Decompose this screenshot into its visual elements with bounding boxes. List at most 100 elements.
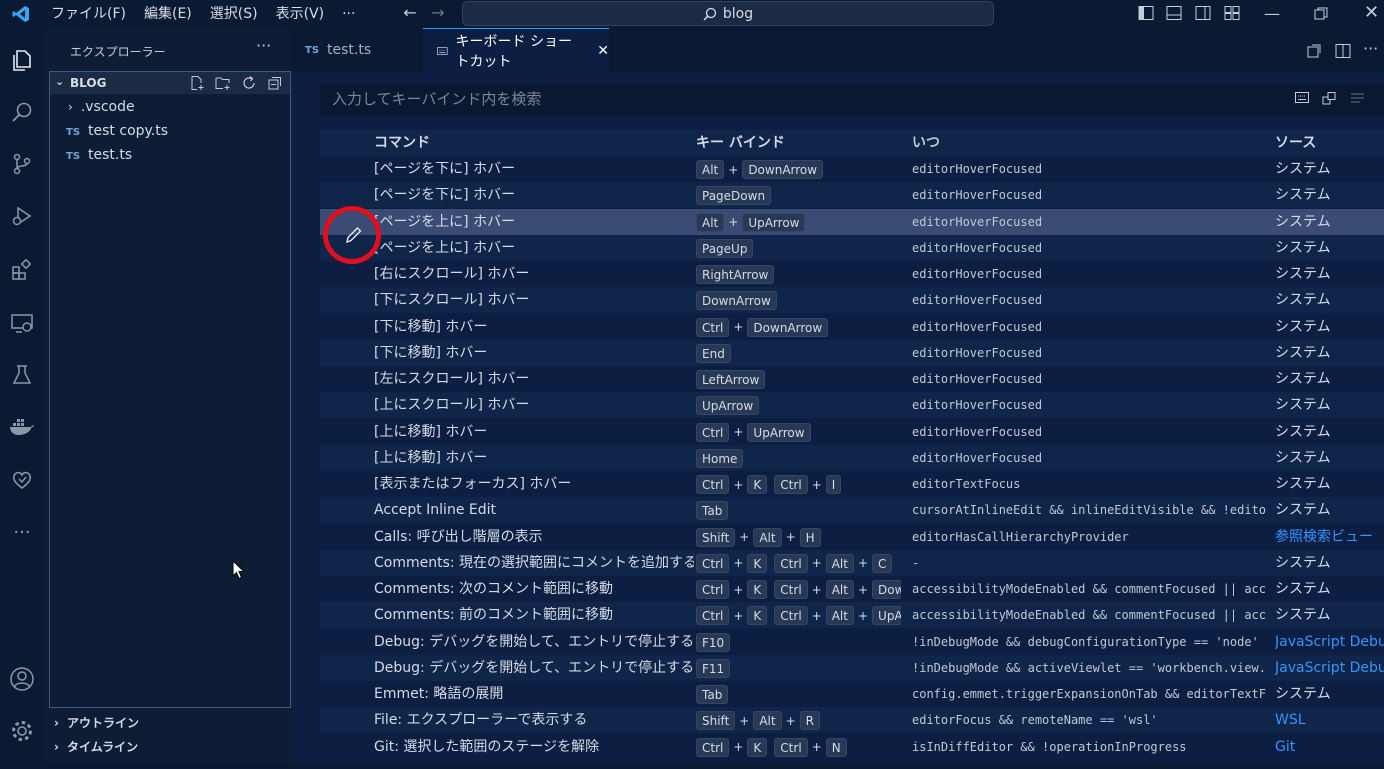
new-file-icon[interactable] xyxy=(189,75,205,91)
sort-by-precedence-icon[interactable] xyxy=(1322,91,1337,106)
table-row[interactable]: [ページを下に] ホバー Alt + DownArrow editorHoverFocu… xyxy=(320,156,1384,182)
table-row[interactable]: [ページを上に] ホバー PageUp editorHoverFocused システム xyxy=(320,234,1384,261)
table-row[interactable]: [下に移動] ホバー End editorHoverFocused システム xyxy=(320,339,1384,366)
docker-icon[interactable] xyxy=(6,411,38,443)
testing-icon[interactable] xyxy=(6,359,38,391)
command-cell: Calls: 呼び出し階層の表示 xyxy=(374,528,543,545)
table-row[interactable]: [ページを上に] ホバー Alt + UpArrow editorHoverFocuse… xyxy=(320,208,1384,235)
explorer-sidebar: エクスプローラー ··· ⌄ BLOG › .vscode TS test copy… xyxy=(44,28,291,763)
forward-arrow-icon[interactable]: → xyxy=(424,3,452,22)
toggle-secondary-sidebar-icon[interactable] xyxy=(1195,5,1211,21)
table-row[interactable]: [右にスクロール] ホバー RightArrow editorHoverFocuse… xyxy=(320,261,1384,287)
timeline-section[interactable]: › タイムライン xyxy=(54,738,138,755)
menu-more[interactable]: ··· xyxy=(333,0,364,28)
source-control-icon[interactable] xyxy=(6,148,38,180)
table-row[interactable]: [上にスクロール] ホバー UpArrow editorHoverFocused シス… xyxy=(320,392,1384,419)
key-label: Alt xyxy=(753,711,782,731)
table-row[interactable]: Accept Inline Edit Tab cursorAtInlineEdit … xyxy=(320,497,1384,524)
close-window-icon[interactable]: ✕ xyxy=(1364,2,1379,23)
clear-search-icon[interactable] xyxy=(1350,92,1365,104)
table-row[interactable]: Debug: デバッグを開始して、エントリで停止する F11 !inDebugMod… xyxy=(320,654,1384,681)
source-cell[interactable]: JavaScript Debugger xyxy=(1275,655,1384,681)
header-source: ソース xyxy=(1275,135,1317,151)
keybinding-cell: Home xyxy=(696,445,901,471)
extensions-icon[interactable] xyxy=(6,254,38,286)
file-tree: ⌄ BLOG › .vscode TS test copy.ts TS test.ts xyxy=(49,71,291,708)
table-row[interactable]: [下に移動] ホバー Ctrl + DownArrow editorHoverFocus… xyxy=(320,314,1384,340)
command-cell: Emmet: 略語の展開 xyxy=(374,686,504,702)
source-cell[interactable]: WSL xyxy=(1275,707,1384,733)
tree-item-label: .vscode xyxy=(80,99,135,115)
key-label: Shift xyxy=(696,527,736,547)
menu-edit[interactable]: 編集(E) xyxy=(135,0,201,28)
minimize-icon[interactable]: — xyxy=(1264,4,1280,23)
keybindings-search-input[interactable]: 入力してキーバインド内を検索 xyxy=(320,83,1384,115)
settings-gear-icon[interactable] xyxy=(6,715,38,747)
toggle-panel-icon[interactable] xyxy=(1166,5,1182,21)
table-row[interactable]: Comments: 現在の選択範囲にコメントを追加する Ctrl + K Ctrl + Al… xyxy=(320,549,1384,576)
split-editor-icon[interactable] xyxy=(1335,43,1351,59)
table-row[interactable]: Git: 選択した範囲のステージを解除 Ctrl + K Ctrl + NisInDiffE… xyxy=(320,734,1384,760)
key-label: Tab xyxy=(696,685,729,704)
edit-keybinding-pencil-icon[interactable] xyxy=(322,205,382,265)
source-cell[interactable]: 参照検索ビュー xyxy=(1275,524,1384,550)
new-folder-icon[interactable] xyxy=(215,75,231,91)
command-cell: [表示またはフォーカス] ホバー xyxy=(374,476,572,492)
restore-icon[interactable] xyxy=(1314,7,1328,21)
toggle-primary-sidebar-icon[interactable] xyxy=(1138,5,1154,21)
tree-folder-vscode[interactable]: › .vscode xyxy=(68,95,135,119)
table-row[interactable]: Comments: 次のコメント範囲に移動Ctrl+KCtrl+Alt+Down… xyxy=(320,576,1384,602)
record-keys-icon[interactable] xyxy=(1295,92,1309,103)
command-cell: [上に移動] ホバー xyxy=(374,449,488,466)
source-cell[interactable]: JavaScript Debugger xyxy=(1275,629,1384,655)
when-cell: isInDiffEditor && !operationInProgress xyxy=(912,739,1187,754)
more-views-icon[interactable]: ··· xyxy=(6,516,38,548)
tree-file-test-copy[interactable]: TS test copy.ts xyxy=(66,119,168,143)
table-row[interactable]: [表示またはフォーカス] ホバー Ctrl + K Ctrl + I editorTextFo… xyxy=(320,471,1384,497)
command-center-search[interactable]: blog xyxy=(462,1,994,26)
table-row[interactable]: [上に移動] ホバー Home editorHoverFocused システム xyxy=(320,444,1384,471)
tab-test-ts[interactable]: TS test.ts xyxy=(291,28,423,72)
keybinding-cell: Ctrl + K Ctrl + I xyxy=(696,471,901,497)
editor-more-actions[interactable]: ··· xyxy=(1363,39,1378,58)
table-row[interactable]: [下にスクロール] ホバー DownArrow editorHoverFocused… xyxy=(320,287,1384,314)
table-row[interactable]: Debug: デバッグを開始して、エントリで停止する F10 !inDebugMod… xyxy=(320,629,1384,655)
when-cell: editorTextFocus xyxy=(912,477,1021,491)
folder-header[interactable]: ⌄ BLOG xyxy=(50,72,290,94)
explorer-more-actions[interactable]: ··· xyxy=(256,36,271,55)
outline-section[interactable]: › アウトライン xyxy=(54,714,139,731)
table-row[interactable]: [ページを下に] ホバー PageDown editorHoverFocused シス… xyxy=(320,182,1384,209)
menu-selection[interactable]: 選択(S) xyxy=(201,0,267,28)
chevron-right-icon: › xyxy=(54,740,59,754)
open-json-icon[interactable] xyxy=(1306,43,1322,59)
table-row[interactable]: [左にスクロール] ホバー LeftArrow editorHoverFocused… xyxy=(320,366,1384,392)
accounts-icon[interactable] xyxy=(6,663,38,695)
search-icon[interactable] xyxy=(6,96,38,128)
run-debug-icon[interactable] xyxy=(6,200,38,232)
source-cell[interactable]: Git xyxy=(1275,734,1384,760)
when-cell: - xyxy=(912,555,920,570)
command-cell: [下に移動] ホバー xyxy=(374,318,488,335)
customize-layout-icon[interactable] xyxy=(1224,5,1240,21)
menu-file[interactable]: ファイル(F) xyxy=(42,0,135,28)
table-row[interactable]: File: エクスプローラーで表示する Shift + Alt + R editorFocu… xyxy=(320,707,1384,734)
menu-view[interactable]: 表示(V) xyxy=(267,0,334,28)
collapse-all-icon[interactable] xyxy=(267,75,283,91)
live-share-icon[interactable] xyxy=(6,464,38,496)
key-label: UpArrow xyxy=(747,422,811,442)
remote-explorer-icon[interactable] xyxy=(6,307,38,339)
tab-keyboard-shortcuts[interactable]: キーボード ショートカット ✕ xyxy=(423,28,609,72)
when-cell: editorHoverFocused xyxy=(912,240,1043,255)
explorer-icon[interactable] xyxy=(6,44,38,76)
close-tab-icon[interactable]: ✕ xyxy=(597,43,609,59)
table-row[interactable]: Emmet: 略語の展開 Tab config.emmet.triggerExpan… xyxy=(320,681,1384,707)
back-arrow-icon[interactable]: ← xyxy=(396,3,424,22)
table-row[interactable]: Calls: 呼び出し階層の表示 Shift + Alt + H editorHasCall… xyxy=(320,524,1384,550)
table-row[interactable]: [上に移動] ホバー Ctrl + UpArrow editorHoverFocused… xyxy=(320,419,1384,445)
when-cell: editorFocus && remoteName == 'wsl' xyxy=(912,713,1158,728)
tree-file-test[interactable]: TS test.ts xyxy=(66,143,132,167)
refresh-icon[interactable] xyxy=(241,75,257,91)
table-row[interactable]: Comments: 前のコメント範囲に移動Ctrl+KCtrl+Alt+UpAr… xyxy=(320,602,1384,629)
table-header: コマンド キー バインド いつ ソース xyxy=(320,130,1384,156)
key-label: K xyxy=(747,737,768,757)
